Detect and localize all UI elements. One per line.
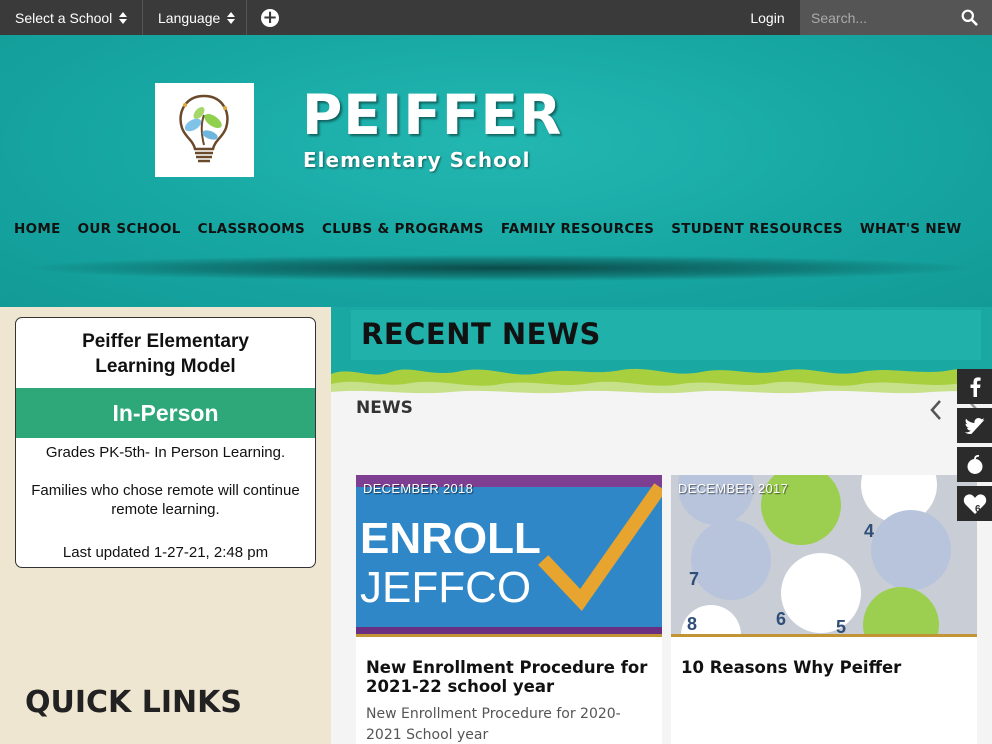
language-select-label: Language	[158, 9, 221, 26]
twitter-icon[interactable]	[957, 408, 992, 443]
learning-line-1: Grades PK-5th- In Person Learning.	[45, 444, 286, 461]
nav-our-school[interactable]: OUR SCHOOL	[78, 221, 181, 237]
search-input[interactable]	[800, 0, 950, 35]
updown-icon	[119, 11, 128, 24]
utility-bar: Select a School Language + Login	[0, 0, 992, 35]
learning-line-2: Families who chose remote will continue …	[31, 482, 300, 518]
card-divider	[356, 634, 662, 637]
news-section: RECENT NEWS NEWS ENROLL JEFFCO DECEMBER …	[331, 307, 992, 744]
search-box	[800, 0, 992, 35]
main-nav: HOME OUR SCHOOL CLASSROOMS CLUBS & PROGR…	[14, 221, 962, 237]
news-card-date: DECEMBER 2017	[678, 481, 789, 496]
svg-text:8: 8	[687, 614, 697, 634]
news-label: NEWS	[356, 398, 413, 418]
news-card-image[interactable]: 7 4 6 8 5 DECEMBER 2017	[671, 475, 977, 637]
learning-model-box: Peiffer Elementary Learning Model In-Per…	[15, 317, 316, 568]
news-card[interactable]: 7 4 6 8 5 DECEMBER 2017 10 Reasons Why P…	[671, 475, 977, 744]
svg-text:4: 4	[864, 521, 874, 541]
like-count-badge: 6	[975, 504, 981, 515]
learning-updated: Last updated 1-27-21, 2:48 pm	[62, 544, 269, 561]
nav-whats-new[interactable]: WHAT'S NEW	[860, 221, 962, 237]
news-card-title[interactable]: 10 Reasons Why Peiffer	[681, 658, 971, 677]
quick-links-heading: QUICK LINKS	[25, 685, 242, 720]
learning-model-title: Peiffer Elementary Learning Model	[16, 329, 315, 379]
search-icon[interactable]	[961, 9, 978, 26]
learning-model-title-text: Peiffer Elementary Learning Model	[82, 331, 249, 377]
school-logo[interactable]	[155, 83, 254, 177]
nav-student-resources[interactable]: STUDENT RESOURCES	[671, 221, 843, 237]
school-select-label: Select a School	[15, 9, 113, 26]
enroll-image-text-1: ENROLL	[360, 514, 541, 563]
torn-paper-divider	[331, 368, 992, 402]
news-card[interactable]: ENROLL JEFFCO DECEMBER 2018 New Enrollme…	[356, 475, 662, 744]
news-card-date: DECEMBER 2018	[363, 481, 474, 496]
enroll-jeffco-image: ENROLL JEFFCO	[356, 475, 662, 637]
svg-text:6: 6	[776, 609, 786, 629]
thoughtexchange-like-icon[interactable]: 6	[957, 486, 992, 521]
recent-news-title: RECENT NEWS	[361, 317, 601, 351]
nav-clubs-programs[interactable]: CLUBS & PROGRAMS	[322, 221, 484, 237]
chevron-left-icon[interactable]	[929, 399, 943, 421]
lightbulb-logo-icon	[179, 94, 229, 163]
social-bar: 6	[957, 369, 992, 525]
plus-circle-icon: +	[261, 6, 279, 28]
svg-text:7: 7	[689, 569, 699, 589]
facebook-icon[interactable]	[957, 369, 992, 404]
sidebar: Peiffer Elementary Learning Model In-Per…	[0, 307, 331, 744]
language-select[interactable]: Language	[143, 0, 247, 35]
peachjar-icon[interactable]	[957, 447, 992, 482]
news-card-title[interactable]: New Enrollment Procedure for 2021-22 sch…	[366, 658, 656, 696]
site-subtitle: Elementary School	[303, 148, 531, 172]
learning-mode-banner: In-Person	[16, 388, 315, 438]
news-card-description: New Enrollment Procedure for 2020-2021 S…	[366, 706, 621, 743]
site-title: PEIFFER	[302, 83, 563, 147]
add-button[interactable]: +	[247, 0, 293, 35]
ten-reasons-image: 7 4 6 8 5	[671, 475, 977, 637]
nav-family-resources[interactable]: FAMILY RESOURCES	[501, 221, 654, 237]
nav-shadow	[30, 255, 970, 281]
nav-classrooms[interactable]: CLASSROOMS	[198, 221, 305, 237]
nav-home[interactable]: HOME	[14, 221, 61, 237]
news-card-image[interactable]: ENROLL JEFFCO DECEMBER 2018	[356, 475, 662, 637]
site-header: PEIFFER Elementary School HOME OUR SCHOO…	[0, 35, 992, 307]
login-link[interactable]: Login	[735, 0, 800, 35]
card-divider	[671, 634, 977, 637]
updown-icon	[227, 11, 236, 24]
enroll-image-text-2: JEFFCO	[360, 563, 531, 612]
school-select[interactable]: Select a School	[0, 0, 143, 35]
